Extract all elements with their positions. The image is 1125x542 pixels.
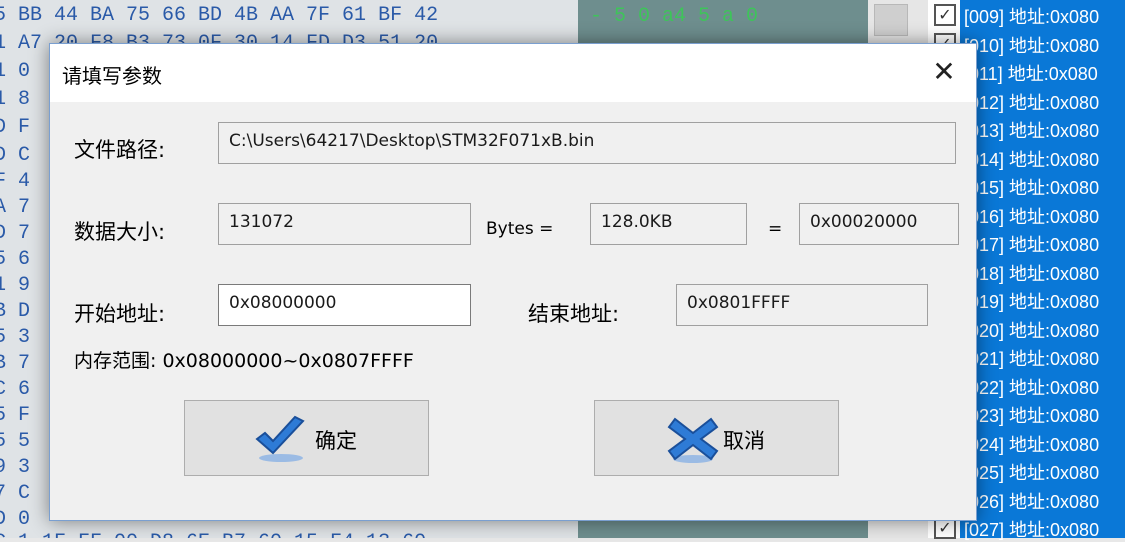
hex-row: 5 BB 44 BA 75 66 BD 4B AA 7F 61 BF 42: [0, 4, 439, 27]
hex-row: 5 6: [0, 248, 31, 271]
memory-range-text: 内存范围: 0x08000000~0x0807FFFF: [74, 350, 414, 372]
bytes-equals-label: Bytes =: [486, 219, 554, 239]
hex-row: 9 3: [0, 456, 31, 479]
list-item[interactable]: [010] 地址:0x080: [964, 32, 1099, 58]
hex-row: 5 3: [0, 326, 31, 349]
hex-row: D 0: [0, 508, 31, 531]
parameter-dialog: 请填写参数 ✕ 文件路径: C:\Users\64217\Desktop\STM…: [49, 43, 977, 521]
dialog-title: 请填写参数: [62, 64, 162, 88]
hex-row: B 7: [0, 352, 31, 375]
hex-row: C 6: [0, 378, 31, 401]
hex-row: 7 C: [0, 482, 31, 505]
equals-label: =: [768, 219, 783, 239]
x-mark-icon: [665, 413, 723, 465]
start-address-label: 开始地址:: [74, 302, 166, 326]
scroll-button[interactable]: [874, 4, 908, 36]
list-item[interactable]: [023] 地址:0x080: [964, 402, 1099, 428]
list-item[interactable]: [027] 地址:0x080: [964, 516, 1099, 542]
end-address-label: 结束地址:: [528, 302, 620, 326]
start-address-input[interactable]: 0x08000000: [218, 284, 471, 326]
file-path-field[interactable]: C:\Users\64217\Desktop\STM32F071xB.bin: [218, 122, 956, 164]
list-item[interactable]: [017] 地址:0x080: [964, 231, 1099, 257]
data-size-label: 数据大小:: [74, 220, 166, 244]
list-item[interactable]: [022] 地址:0x080: [964, 374, 1099, 400]
ok-button[interactable]: 确定: [184, 400, 429, 476]
hex-size-field[interactable]: 0x00020000: [799, 203, 959, 245]
list-item[interactable]: [015] 地址:0x080: [964, 174, 1099, 200]
ascii-text: - 5 0 a4 5 a 0: [590, 5, 759, 28]
list-item[interactable]: [021] 地址:0x080: [964, 345, 1099, 371]
list-item[interactable]: [012] 地址:0x080: [964, 89, 1099, 115]
hex-row: C 1 1F FF 00 D8 6E B7 60 15 F4 13 60: [0, 532, 426, 539]
list-item[interactable]: [020] 地址:0x080: [964, 317, 1099, 343]
list-item[interactable]: [018] 地址:0x080: [964, 260, 1099, 286]
data-size-field[interactable]: 131072: [218, 203, 471, 245]
list-item[interactable]: [024] 地址:0x080: [964, 431, 1099, 457]
hex-row: D C: [0, 144, 31, 167]
cancel-button-label: 取消: [723, 429, 765, 453]
hex-row: F 4: [0, 170, 31, 193]
list-item[interactable]: [026] 地址:0x080: [964, 488, 1099, 514]
list-item[interactable]: [019] 地址:0x080: [964, 288, 1099, 314]
hex-row: 1 0: [0, 60, 31, 83]
kilobytes-field[interactable]: 128.0KB: [590, 203, 747, 245]
hex-row: 5 5: [0, 430, 31, 453]
hex-row: A 7: [0, 196, 31, 219]
file-path-label: 文件路径:: [74, 138, 166, 162]
list-item-checkbox[interactable]: ✓: [934, 4, 956, 26]
list-item[interactable]: [016] 地址:0x080: [964, 203, 1099, 229]
list-item[interactable]: [009] 地址:0x080: [964, 3, 1099, 29]
hex-row: D F: [0, 116, 31, 139]
list-item[interactable]: [025] 地址:0x080: [964, 459, 1099, 485]
hex-row: D 7: [0, 222, 31, 245]
ok-button-label: 确定: [315, 429, 357, 453]
cancel-button[interactable]: 取消: [594, 400, 839, 476]
hex-row: B D: [0, 300, 31, 323]
hex-row: 1 8: [0, 88, 31, 111]
hex-row: 1 9: [0, 274, 31, 297]
hex-row: 5 F: [0, 404, 31, 427]
end-address-field[interactable]: 0x0801FFFF: [676, 284, 928, 326]
checkmark-icon: [251, 413, 309, 465]
list-item[interactable]: [011] 地址:0x080: [964, 60, 1098, 86]
dialog-titlebar: 请填写参数 ✕: [50, 44, 976, 102]
close-button[interactable]: ✕: [926, 54, 962, 90]
list-item[interactable]: [014] 地址:0x080: [964, 146, 1099, 172]
list-item[interactable]: [013] 地址:0x080: [964, 117, 1099, 143]
